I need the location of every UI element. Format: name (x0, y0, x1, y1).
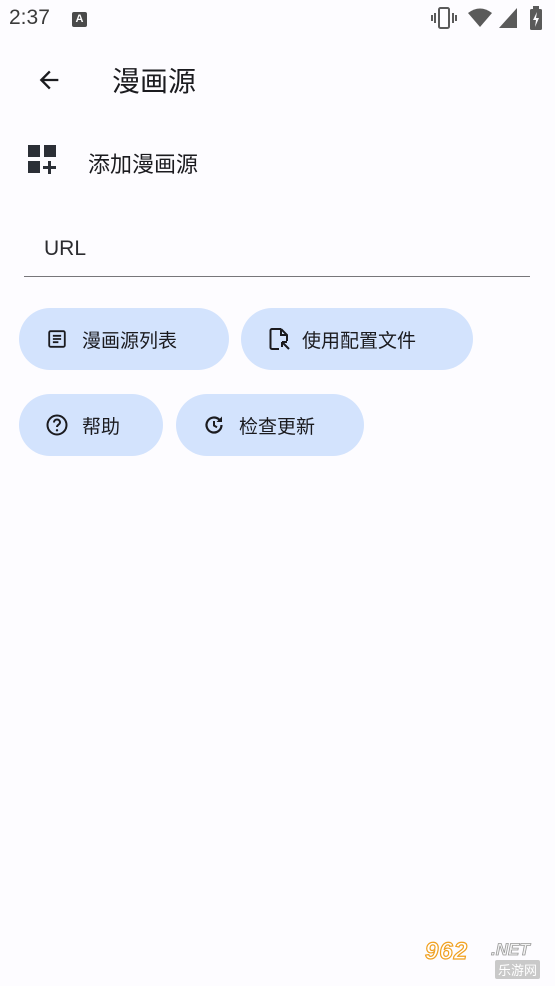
source-list-label: 漫画源列表 (82, 329, 178, 352)
app-bar: 漫画源 (0, 38, 555, 118)
watermark-sub: 乐游网 (495, 960, 541, 979)
watermark-brand: 962 (424, 937, 469, 965)
signal-icon (499, 8, 517, 28)
use-config-file-label: 使用配置文件 (302, 329, 417, 352)
use-config-file-button[interactable]: 使用配置文件 (241, 308, 473, 370)
watermark-net: .NET (491, 940, 531, 960)
check-update-label: 检查更新 (239, 415, 316, 438)
status-bar: 2:37 A (0, 0, 555, 38)
help-icon (45, 413, 69, 437)
vibrate-icon (431, 7, 457, 29)
add-source-row: 添加漫画源 (0, 135, 555, 191)
battery-charging-icon (530, 6, 542, 30)
dashboard-add-icon (28, 145, 56, 174)
file-import-icon (267, 327, 291, 351)
back-button[interactable] (26, 57, 72, 103)
page-title: 漫画源 (112, 65, 197, 98)
notification-icon: A (72, 12, 87, 27)
list-icon (45, 327, 69, 351)
help-label: 帮助 (82, 415, 121, 438)
url-field (24, 222, 530, 277)
help-button[interactable]: 帮助 (19, 394, 163, 456)
status-icons (431, 6, 549, 30)
wifi-icon (468, 8, 492, 27)
status-time: 2:37 (9, 6, 50, 29)
source-list-button[interactable]: 漫画源列表 (19, 308, 229, 370)
add-source-label: 添加漫画源 (88, 153, 199, 178)
url-input[interactable] (24, 222, 530, 276)
check-update-button[interactable]: 检查更新 (176, 394, 364, 456)
arrow-back-icon (39, 70, 59, 90)
watermark-logo: 962 .NET 乐游网 (417, 937, 549, 979)
update-icon (202, 413, 226, 437)
